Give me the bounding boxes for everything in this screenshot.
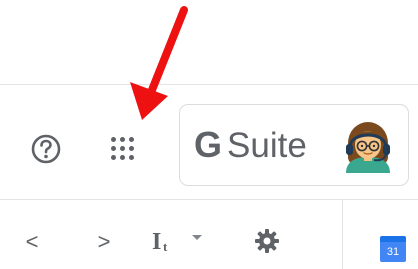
svg-text:t: t [163, 239, 168, 254]
dropdown-arrow-icon [192, 235, 202, 240]
gsuite-logo: G Suite [194, 121, 307, 169]
calendar-day: 31 [380, 242, 406, 262]
gear-icon [255, 229, 279, 253]
input-tools-button[interactable]: I t [150, 224, 212, 258]
header-top-divider [0, 84, 418, 85]
side-panel-divider [342, 200, 343, 269]
help-button[interactable] [28, 131, 64, 167]
input-tools-icon: I t [152, 229, 168, 255]
apps-grid-icon [110, 136, 134, 160]
toolbar-divider [0, 199, 418, 200]
brand-letter: G [194, 124, 223, 165]
google-apps-button[interactable] [102, 128, 142, 168]
prev-page-button[interactable]: < [20, 228, 44, 256]
svg-text:I: I [152, 229, 161, 255]
calendar-app-button[interactable]: 31 [380, 236, 406, 262]
brand-name: Suite [227, 125, 307, 165]
person-avatar-icon[interactable] [342, 119, 394, 173]
account-chip[interactable]: G Suite [179, 104, 409, 186]
help-circle-icon [31, 134, 61, 164]
settings-button[interactable] [252, 226, 282, 256]
next-page-button[interactable]: > [92, 228, 116, 256]
